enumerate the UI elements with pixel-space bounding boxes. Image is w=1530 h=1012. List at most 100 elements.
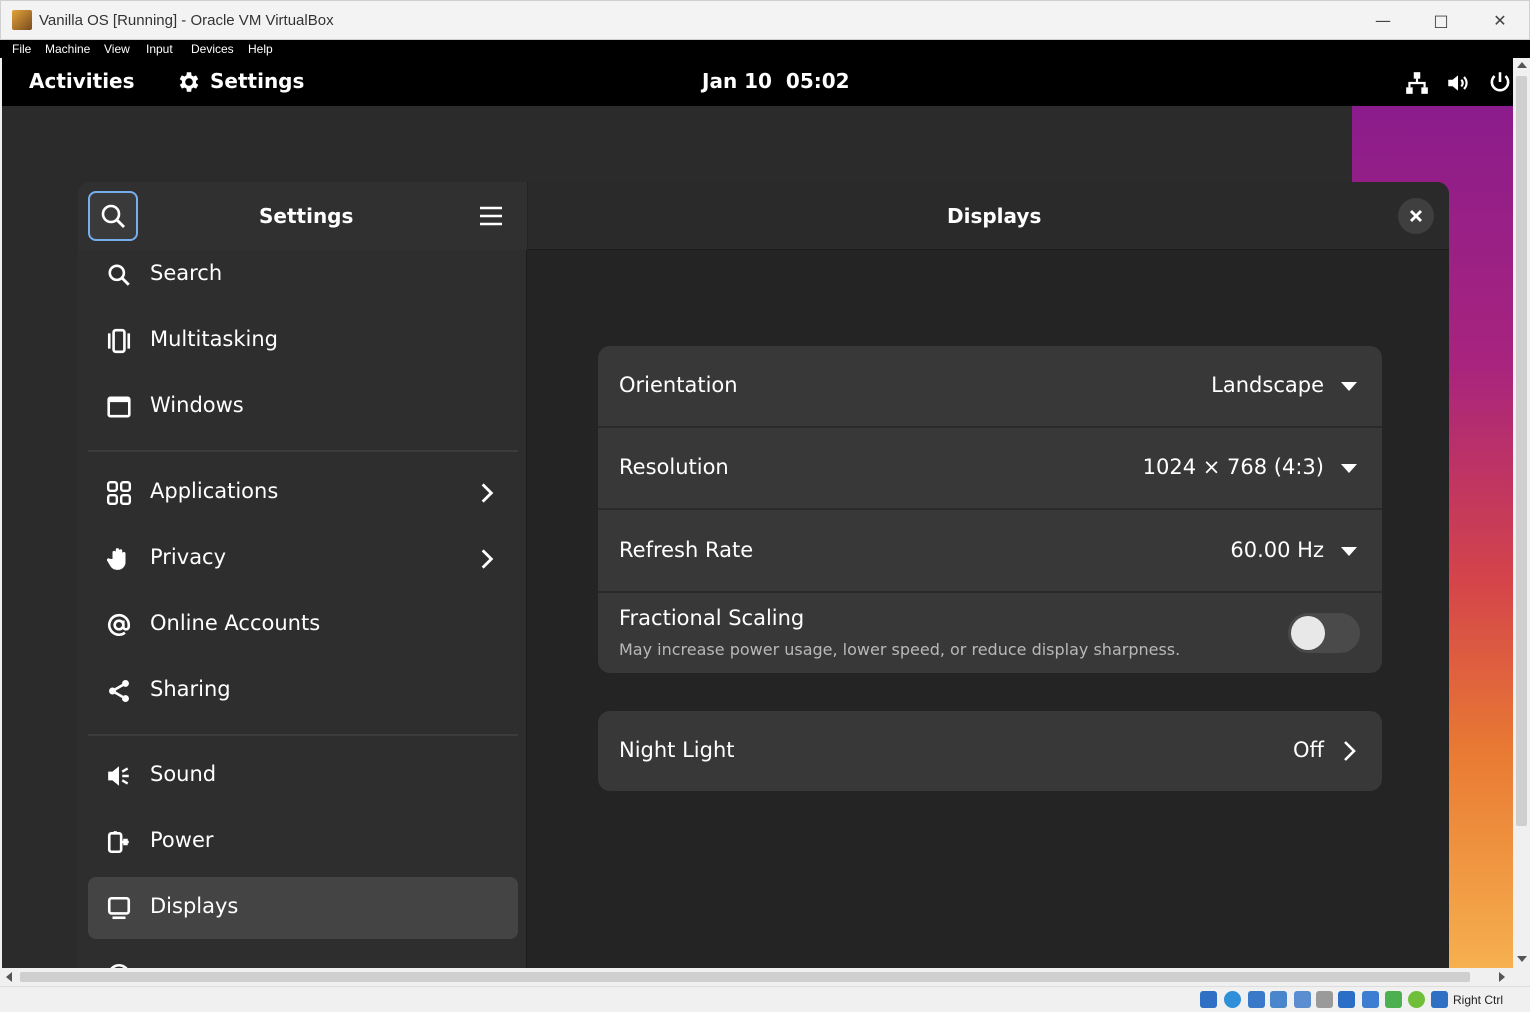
display-status-icon[interactable] (1338, 991, 1355, 1008)
sidebar-item-label: Search (150, 261, 223, 285)
virtualbox-app-icon (12, 10, 32, 30)
menu-help[interactable]: Help (248, 42, 273, 56)
sidebar-title: Settings (259, 204, 354, 228)
sidebar-item-windows[interactable]: Windows (88, 376, 518, 438)
host-window-title: Vanilla OS [Running] - Oracle VM Virtual… (39, 12, 334, 29)
content-header: Displays (528, 182, 1449, 250)
at-icon (107, 613, 131, 636)
refresh-rate-row[interactable]: Refresh Rate 60.00 Hz (598, 510, 1382, 591)
scroll-right-arrow-icon[interactable] (1499, 972, 1505, 982)
apps-grid-icon (106, 480, 132, 506)
scroll-down-arrow-icon[interactable] (1517, 956, 1527, 962)
optical-drive-icon[interactable] (1200, 991, 1217, 1008)
display-settings-card: Orientation Landscape Resolution 1024 × … (598, 346, 1382, 673)
fractional-scaling-subtitle: May increase power usage, lower speed, o… (619, 640, 1181, 659)
shared-folders-icon[interactable] (1294, 991, 1311, 1008)
menu-file[interactable]: File (12, 42, 31, 56)
search-icon (101, 204, 125, 228)
minimize-button[interactable]: — (1365, 7, 1401, 35)
sidebar-item-sound[interactable]: Sound (88, 745, 518, 807)
host-statusbar: Right Ctrl (0, 986, 1530, 1012)
hand-icon (106, 548, 126, 570)
sidebar-item-privacy[interactable]: Privacy (88, 528, 518, 590)
topbar-clock[interactable]: Jan 10 05:02 (702, 69, 850, 93)
night-light-value: Off (1293, 738, 1324, 762)
sidebar-separator (88, 734, 518, 736)
chevron-right-icon (481, 549, 494, 569)
close-settings-button[interactable] (1398, 198, 1434, 234)
menu-devices[interactable]: Devices (191, 42, 234, 56)
sidebar-header: Settings (78, 182, 527, 250)
orientation-value: Landscape (1211, 373, 1324, 397)
audio-device-icon[interactable] (1224, 991, 1241, 1008)
menu-machine[interactable]: Machine (45, 42, 90, 56)
night-light-label: Night Light (619, 738, 735, 762)
storage-icon[interactable] (1316, 991, 1333, 1008)
settings-sidebar: Settings Search Multitasking Windows App… (78, 182, 527, 968)
guest-screen: Activities Settings Jan 10 05:02 Setting… (2, 58, 1513, 968)
keyboard-capture-icon[interactable] (1431, 991, 1448, 1008)
sidebar-item-label: Power (150, 828, 214, 852)
host-titlebar: Vanilla OS [Running] - Oracle VM Virtual… (0, 0, 1530, 40)
network-adapter-icon[interactable] (1248, 991, 1265, 1008)
menu-view[interactable]: View (104, 42, 130, 56)
orientation-row[interactable]: Orientation Landscape (598, 346, 1382, 426)
orientation-label: Orientation (619, 373, 738, 397)
hamburger-icon (480, 206, 502, 226)
multitasking-icon (107, 328, 131, 354)
horizontal-scroll-thumb[interactable] (20, 972, 1470, 982)
vertical-scrollbar[interactable] (1513, 58, 1530, 968)
window-icon (107, 396, 131, 418)
night-light-row[interactable]: Night Light Off (598, 711, 1382, 791)
page-title: Displays (947, 204, 1042, 228)
speaker-icon (108, 766, 129, 786)
settings-window: Settings Search Multitasking Windows App… (78, 182, 1449, 968)
search-toggle-button[interactable] (88, 191, 138, 241)
scroll-left-arrow-icon[interactable] (6, 972, 12, 982)
hamburger-menu-button[interactable] (474, 202, 508, 230)
maximize-button[interactable]: □ (1423, 7, 1459, 35)
switch-knob (1291, 616, 1325, 650)
sidebar-item-label: Displays (150, 894, 239, 918)
sidebar-item-online-accounts[interactable]: Online Accounts (88, 594, 518, 656)
host-menubar: File Machine View Input Devices Help (0, 40, 1530, 58)
activities-button[interactable]: Activities (29, 69, 135, 93)
power-plug-icon (107, 831, 129, 854)
fractional-scaling-switch[interactable] (1288, 613, 1360, 653)
dropdown-caret-icon (1341, 464, 1357, 473)
vertical-scroll-thumb[interactable] (1516, 76, 1527, 826)
menu-input[interactable]: Input (146, 42, 173, 56)
scroll-up-arrow-icon[interactable] (1517, 62, 1527, 68)
sidebar-item-partial[interactable] (88, 944, 518, 968)
sidebar-item-applications[interactable]: Applications (88, 462, 518, 524)
close-icon (1410, 210, 1422, 222)
display-icon (107, 896, 131, 920)
sidebar-item-label: Sound (150, 762, 217, 786)
mouse-integration-icon[interactable] (1408, 991, 1425, 1008)
sidebar-item-multitasking[interactable]: Multitasking (88, 310, 518, 372)
resolution-label: Resolution (619, 455, 729, 479)
topbar-app-name[interactable]: Settings (210, 69, 304, 93)
usb-icon[interactable] (1270, 991, 1287, 1008)
network-icon[interactable] (1404, 70, 1430, 96)
sidebar-item-label: Multitasking (150, 327, 279, 351)
fractional-scaling-label: Fractional Scaling (619, 606, 805, 630)
sidebar-item-power[interactable]: Power (88, 811, 518, 873)
host-key-label: Right Ctrl (1453, 993, 1504, 1007)
power-icon[interactable] (1487, 69, 1513, 95)
search-icon (108, 264, 130, 286)
gnome-topbar: Activities Settings Jan 10 05:02 (2, 58, 1513, 106)
refresh-rate-value: 60.00 Hz (1230, 538, 1324, 562)
sidebar-item-label: Applications (150, 479, 279, 503)
sidebar-item-label: Sharing (150, 677, 231, 701)
sidebar-item-label: Windows (150, 393, 244, 417)
sidebar-item-displays[interactable]: Displays (88, 877, 518, 939)
cpu-icon[interactable] (1385, 991, 1402, 1008)
sidebar-item-search[interactable]: Search (88, 244, 518, 306)
close-window-button[interactable]: ✕ (1482, 7, 1518, 35)
volume-icon[interactable] (1445, 70, 1471, 96)
horizontal-scrollbar[interactable] (2, 968, 1513, 986)
recording-icon[interactable] (1362, 991, 1379, 1008)
resolution-row[interactable]: Resolution 1024 × 768 (4:3) (598, 428, 1382, 508)
sidebar-item-sharing[interactable]: Sharing (88, 660, 518, 722)
